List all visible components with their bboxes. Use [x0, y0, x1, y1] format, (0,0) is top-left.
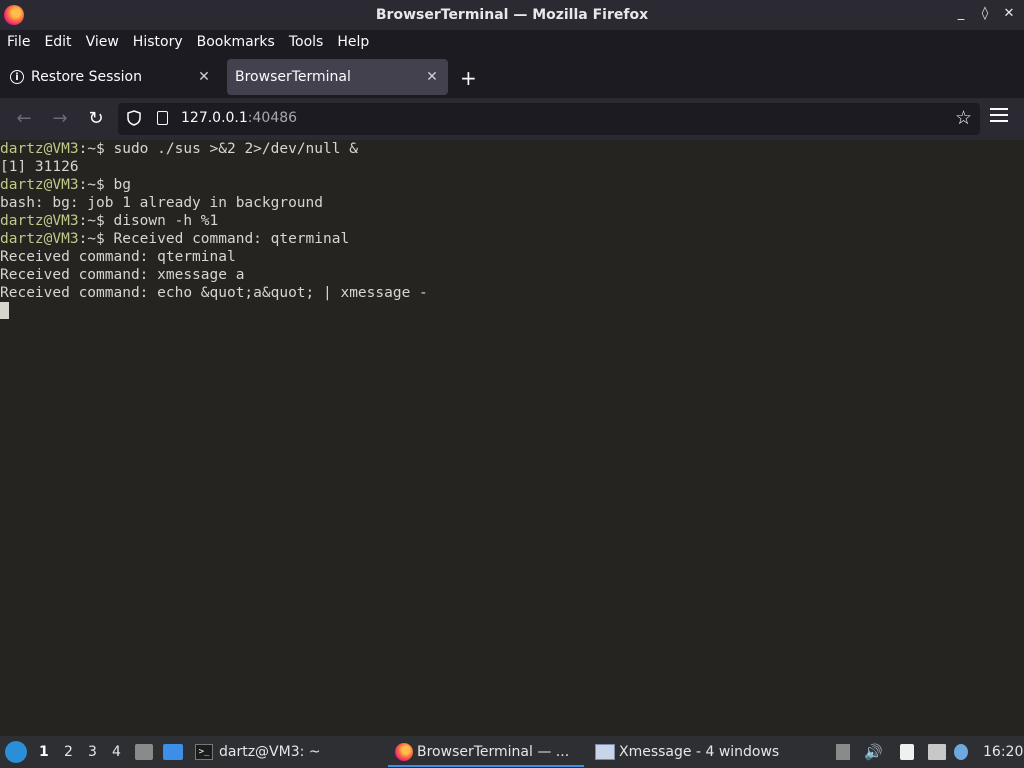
- terminal-line: dartz@VM3:~$ disown -h %1: [0, 212, 1024, 230]
- start-menu-icon[interactable]: [5, 741, 27, 763]
- close-button[interactable]: ✕: [1002, 6, 1016, 21]
- line-text: Received command: xmessage a: [0, 267, 245, 283]
- reload-icon[interactable]: ↻: [85, 108, 107, 129]
- menu-file[interactable]: File: [0, 34, 37, 50]
- firefox-icon: [395, 743, 413, 761]
- terminal-cursor-line: [0, 302, 1024, 320]
- files-icon: [135, 744, 153, 760]
- task-firefox[interactable]: BrowserTerminal — ...: [395, 736, 569, 768]
- url-text[interactable]: 127.0.0.1:40486: [181, 110, 297, 126]
- task-label: dartz@VM3: ~: [219, 744, 321, 760]
- terminal-line: bash: bg: job 1 already in background: [0, 194, 1024, 212]
- page-icon: [157, 111, 168, 125]
- clipboard-tray[interactable]: [900, 736, 914, 768]
- menu-help[interactable]: Help: [330, 34, 376, 50]
- terminal-line: Received command: xmessage a: [0, 266, 1024, 284]
- navigation-bar: ← → ↻ 127.0.0.1:40486 ☆: [0, 98, 1024, 141]
- terminal-line: dartz@VM3:~$ Received command: qterminal: [0, 230, 1024, 248]
- url-port: :40486: [247, 110, 298, 126]
- line-text: :~$ bg: [78, 177, 131, 193]
- terminal-area[interactable]: dartz@VM3:~$ sudo ./sus >&2 2>/dev/null …: [0, 140, 1024, 736]
- info-icon: i: [10, 70, 24, 84]
- desktop-2[interactable]: 2: [64, 736, 73, 768]
- prompt-user: dartz@VM3: [0, 177, 79, 193]
- terminal-line: [1] 31126: [0, 158, 1024, 176]
- prompt-user: dartz@VM3: [0, 141, 79, 157]
- line-text: [1] 31126: [0, 159, 79, 175]
- menu-view[interactable]: View: [79, 34, 126, 50]
- tab-label: Restore Session: [31, 69, 142, 85]
- menu-bar: File Edit View History Bookmarks Tools H…: [0, 30, 1024, 54]
- tray-arrow[interactable]: [836, 736, 850, 768]
- tab-browser-terminal[interactable]: BrowserTerminal ✕: [227, 59, 448, 95]
- star-icon[interactable]: ☆: [955, 107, 972, 129]
- task-label: BrowserTerminal — ...: [417, 744, 570, 760]
- task-label: Xmessage - 4 windows: [619, 744, 780, 760]
- line-text: :~$ Received command: qterminal: [78, 231, 350, 247]
- eject-icon: [836, 744, 850, 760]
- hamburger-menu-icon[interactable]: [990, 108, 1008, 126]
- files-launcher[interactable]: [135, 736, 153, 768]
- network-icon: [928, 744, 946, 760]
- line-text: :~$ disown -h %1: [78, 213, 219, 229]
- line-text: :~$ sudo ./sus >&2 2>/dev/null &: [78, 141, 358, 157]
- menu-bookmarks[interactable]: Bookmarks: [190, 34, 282, 50]
- firefox-icon: [4, 5, 24, 25]
- tab-bar: i Restore Session ✕ BrowserTerminal ✕ +: [0, 56, 1024, 98]
- forward-arrow-icon[interactable]: →: [49, 108, 71, 129]
- clipboard-icon: [900, 744, 914, 760]
- line-text: bash: bg: job 1 already in background: [0, 195, 324, 211]
- terminal-line: dartz@VM3:~$ bg: [0, 176, 1024, 194]
- desktop-3[interactable]: 3: [88, 736, 97, 768]
- url-host: 127.0.0.1: [181, 110, 248, 126]
- prompt-user: dartz@VM3: [0, 231, 79, 247]
- tab-close-icon[interactable]: ✕: [424, 69, 440, 85]
- terminal-line: Received command: qterminal: [0, 248, 1024, 266]
- desktop-4[interactable]: 4: [112, 736, 121, 768]
- desktop-launcher[interactable]: [163, 736, 183, 768]
- active-task-indicator: [388, 765, 584, 767]
- line-text: Received command: qterminal: [0, 249, 236, 265]
- terminal-icon: >_: [195, 744, 213, 760]
- tab-label: BrowserTerminal: [235, 69, 351, 85]
- menu-tools[interactable]: Tools: [282, 34, 331, 50]
- maximize-button[interactable]: ◊: [978, 6, 992, 21]
- window-titlebar: BrowserTerminal — Mozilla Firefox _ ◊ ✕: [0, 0, 1024, 30]
- tab-restore-session[interactable]: i Restore Session ✕: [2, 59, 220, 95]
- desktop-icon: [163, 744, 183, 760]
- network-tray[interactable]: [928, 736, 946, 768]
- volume-icon[interactable]: 🔊: [864, 736, 883, 768]
- shield-icon[interactable]: [127, 110, 141, 126]
- minimize-button[interactable]: _: [954, 6, 968, 21]
- window-controls: _ ◊ ✕: [954, 6, 1016, 21]
- back-arrow-icon[interactable]: ←: [13, 108, 35, 129]
- prompt-user: dartz@VM3: [0, 213, 79, 229]
- clock[interactable]: 16:20: [983, 744, 1023, 760]
- desktop-1[interactable]: 1: [39, 736, 49, 768]
- task-xmessage[interactable]: Xmessage - 4 windows: [595, 736, 779, 768]
- url-bar[interactable]: 127.0.0.1:40486 ☆: [118, 103, 980, 135]
- tab-close-icon[interactable]: ✕: [196, 69, 212, 85]
- terminal-line: dartz@VM3:~$ sudo ./sus >&2 2>/dev/null …: [0, 140, 1024, 158]
- window-title: BrowserTerminal — Mozilla Firefox: [375, 7, 649, 23]
- terminal-cursor: [0, 302, 9, 319]
- menu-history[interactable]: History: [126, 34, 190, 50]
- xmessage-icon: [595, 744, 615, 760]
- update-tray[interactable]: [954, 736, 968, 768]
- menu-edit[interactable]: Edit: [37, 34, 78, 50]
- new-tab-button[interactable]: +: [460, 66, 477, 90]
- line-text: Received command: echo &quot;a&quot; | x…: [0, 285, 428, 301]
- taskbar: 1 2 3 4 >_ dartz@VM3: ~ BrowserTerminal …: [0, 736, 1024, 768]
- task-terminal[interactable]: >_ dartz@VM3: ~: [195, 736, 321, 768]
- terminal-line: Received command: echo &quot;a&quot; | x…: [0, 284, 1024, 302]
- update-icon: [954, 744, 968, 760]
